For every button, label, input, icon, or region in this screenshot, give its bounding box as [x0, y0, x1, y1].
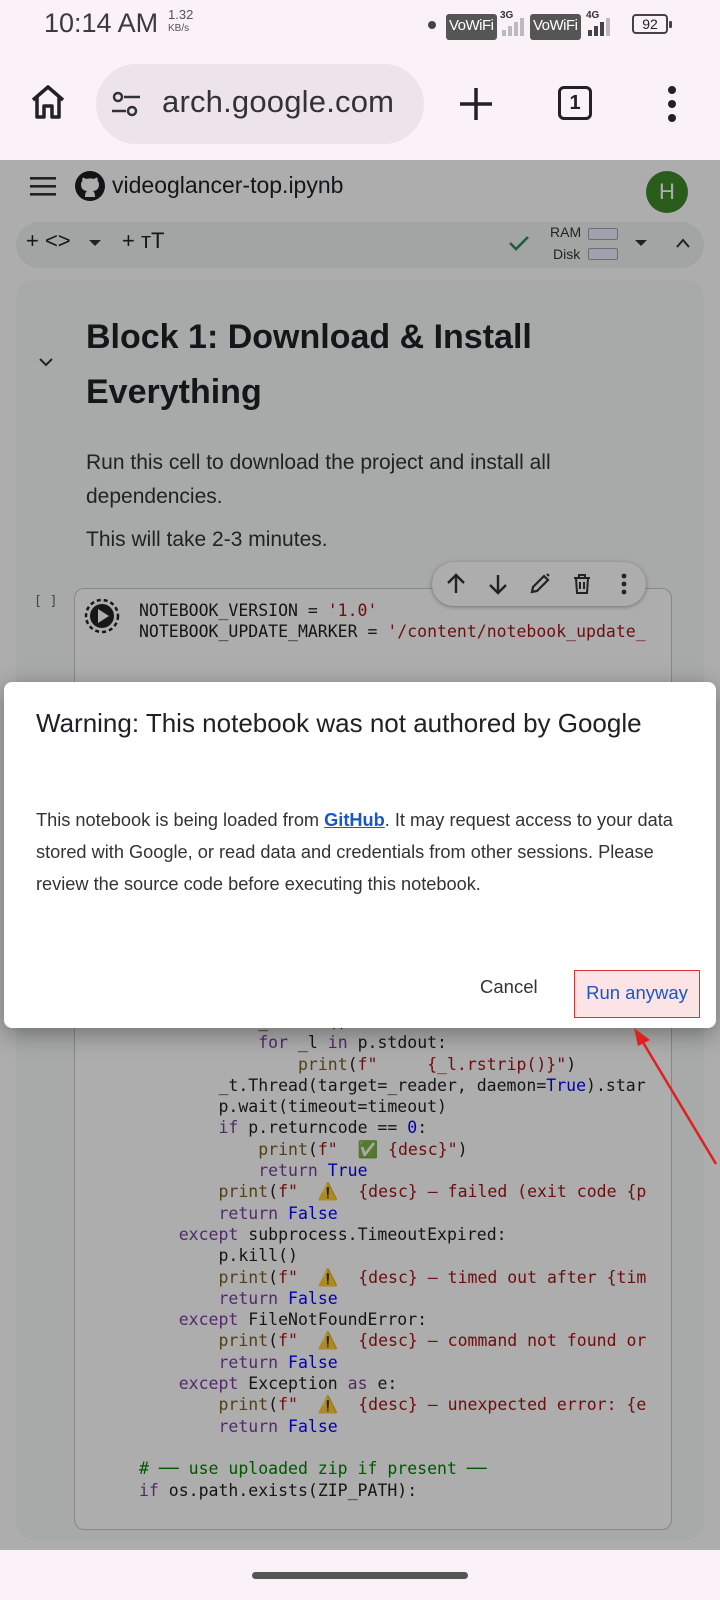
dialog-body: This notebook is being loaded from GitHu… — [36, 804, 686, 900]
sim1-signal-icon — [502, 18, 524, 36]
more-options-icon[interactable] — [660, 84, 684, 124]
home-icon[interactable] — [28, 82, 68, 122]
annotation-arrow-icon — [634, 1028, 718, 1165]
github-link[interactable]: GitHub — [324, 810, 385, 830]
tab-switcher-button[interactable]: 1 — [558, 86, 592, 120]
sim2-vowifi-icon: VoWiFi — [530, 14, 581, 40]
new-tab-icon[interactable] — [456, 84, 496, 124]
cancel-button[interactable]: Cancel — [480, 976, 538, 998]
gesture-handle[interactable] — [252, 1572, 468, 1579]
battery-icon: 92 — [632, 14, 672, 34]
run-anyway-button[interactable]: Run anyway — [574, 970, 700, 1018]
url-text[interactable]: arch.google.com — [162, 84, 394, 120]
dialog-body-text: This notebook is being loaded from — [36, 810, 325, 830]
status-time: 10:14 AM — [44, 8, 159, 38]
network-speed-unit: KB/s — [168, 23, 190, 34]
network-speed-value: 1.32 — [168, 7, 194, 22]
dialog-title: Warning: This notebook was not authored … — [36, 708, 642, 738]
site-settings-icon[interactable] — [110, 90, 142, 118]
notification-dot-icon — [428, 21, 436, 29]
sim2-signal-icon — [588, 18, 610, 36]
sim1-vowifi-icon: VoWiFi — [446, 14, 497, 40]
network-speed: 1.32 KB/s — [168, 8, 193, 36]
